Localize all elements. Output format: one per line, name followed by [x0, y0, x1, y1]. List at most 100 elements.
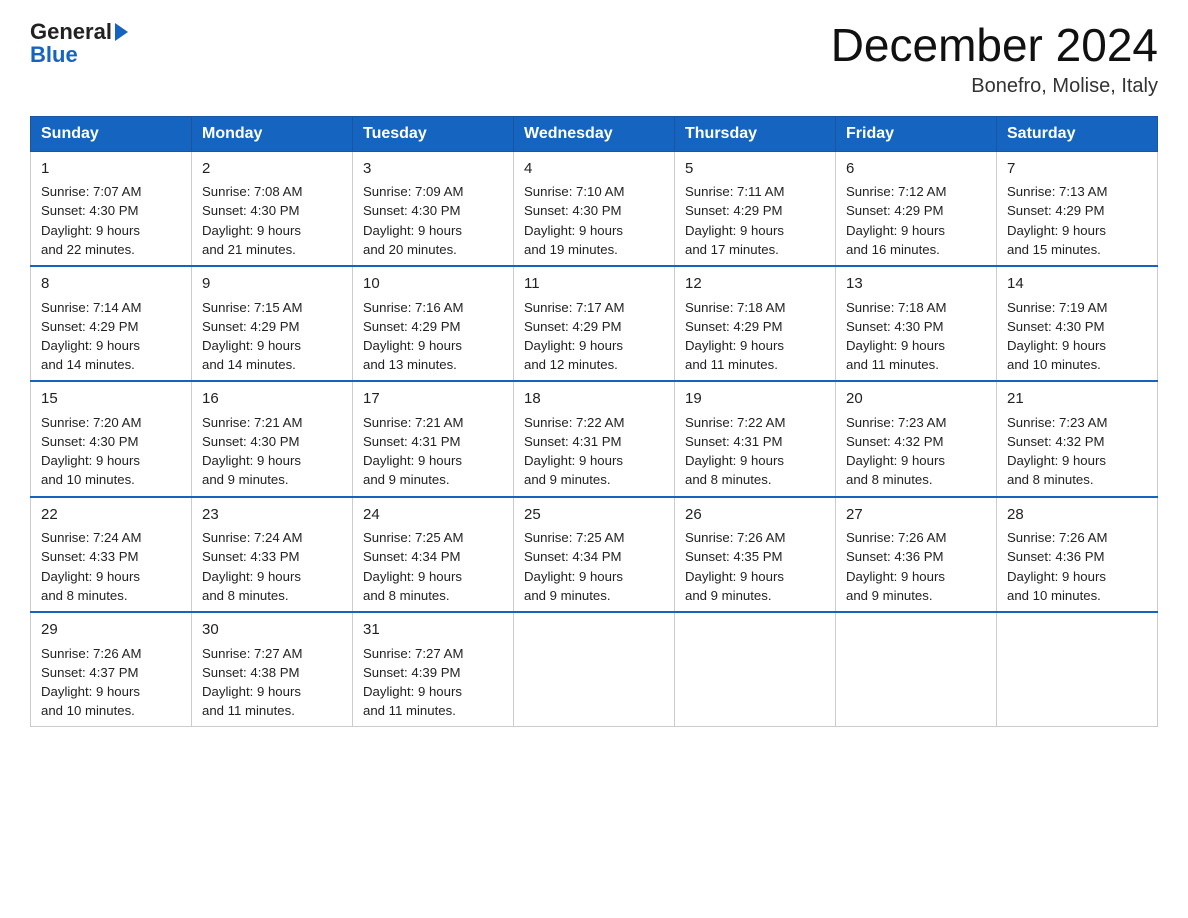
- day-info: Sunrise: 7:26 AMSunset: 4:36 PMDaylight:…: [1007, 528, 1147, 605]
- day-number: 22: [41, 504, 181, 526]
- calendar-day-cell: 13Sunrise: 7:18 AMSunset: 4:30 PMDayligh…: [836, 266, 997, 381]
- logo-general-text: General: [30, 20, 128, 44]
- day-info: Sunrise: 7:19 AMSunset: 4:30 PMDaylight:…: [1007, 298, 1147, 375]
- day-info: Sunrise: 7:14 AMSunset: 4:29 PMDaylight:…: [41, 298, 181, 375]
- calendar-day-cell: 24Sunrise: 7:25 AMSunset: 4:34 PMDayligh…: [353, 497, 514, 612]
- logo-blue-text: Blue: [30, 42, 78, 68]
- day-number: 17: [363, 388, 503, 410]
- day-info: Sunrise: 7:22 AMSunset: 4:31 PMDaylight:…: [685, 413, 825, 490]
- month-year-title: December 2024: [831, 20, 1158, 71]
- calendar-day-cell: 14 Sunrise: 7:19 AMSunset: 4:30 PMDayligh…: [997, 266, 1158, 381]
- day-number: 23: [202, 504, 342, 526]
- day-info: Sunrise: 7:27 AMSunset: 4:39 PMDaylight:…: [363, 644, 503, 721]
- calendar-day-cell: 28Sunrise: 7:26 AMSunset: 4:36 PMDayligh…: [997, 497, 1158, 612]
- calendar-day-cell: 1Sunrise: 7:07 AMSunset: 4:30 PMDaylight…: [31, 151, 192, 266]
- day-number: 19: [685, 388, 825, 410]
- calendar-day-cell: 18Sunrise: 7:22 AMSunset: 4:31 PMDayligh…: [514, 381, 675, 496]
- calendar-day-cell: 3Sunrise: 7:09 AMSunset: 4:30 PMDaylight…: [353, 151, 514, 266]
- calendar-header-row: Sunday Monday Tuesday Wednesday Thursday…: [31, 116, 1158, 151]
- day-number: 28: [1007, 504, 1147, 526]
- calendar-day-cell: 2Sunrise: 7:08 AMSunset: 4:30 PMDaylight…: [192, 151, 353, 266]
- calendar-day-cell: 30 Sunrise: 7:27 AMSunset: 4:38 PMDayligh…: [192, 612, 353, 727]
- day-info: Sunrise: 7:08 AMSunset: 4:30 PMDaylight:…: [202, 182, 342, 259]
- day-info: Sunrise: 7:26 AMSunset: 4:37 PMDaylight:…: [41, 644, 181, 721]
- day-number: 16: [202, 388, 342, 410]
- day-number: 20: [846, 388, 986, 410]
- calendar-day-cell: 6Sunrise: 7:12 AMSunset: 4:29 PMDaylight…: [836, 151, 997, 266]
- day-number: 29: [41, 619, 181, 641]
- day-info: Sunrise: 7:23 AMSunset: 4:32 PMDaylight:…: [846, 413, 986, 490]
- day-number: 12: [685, 273, 825, 295]
- day-number: 24: [363, 504, 503, 526]
- day-number: 21: [1007, 388, 1147, 410]
- location-subtitle: Bonefro, Molise, Italy: [831, 75, 1158, 98]
- day-number: 15: [41, 388, 181, 410]
- calendar-day-cell: 16 Sunrise: 7:21 AMSunset: 4:30 PMDayligh…: [192, 381, 353, 496]
- calendar-week-row-5: 29 Sunrise: 7:26 AMSunset: 4:37 PMDayligh…: [31, 612, 1158, 727]
- calendar-day-cell: 19 Sunrise: 7:22 AMSunset: 4:31 PMDayligh…: [675, 381, 836, 496]
- col-friday: Friday: [836, 116, 997, 151]
- col-tuesday: Tuesday: [353, 116, 514, 151]
- col-saturday: Saturday: [997, 116, 1158, 151]
- day-number: 4: [524, 158, 664, 180]
- day-info: Sunrise: 7:26 AMSunset: 4:35 PMDaylight:…: [685, 528, 825, 605]
- calendar-week-row-4: 22Sunrise: 7:24 AMSunset: 4:33 PMDayligh…: [31, 497, 1158, 612]
- day-info: Sunrise: 7:25 AMSunset: 4:34 PMDaylight:…: [524, 528, 664, 605]
- calendar-day-cell: 27Sunrise: 7:26 AMSunset: 4:36 PMDayligh…: [836, 497, 997, 612]
- calendar-day-cell: 10 Sunrise: 7:16 AMSunset: 4:29 PMDayligh…: [353, 266, 514, 381]
- col-sunday: Sunday: [31, 116, 192, 151]
- logo-arrow-icon: [115, 23, 128, 41]
- calendar-day-cell: [675, 612, 836, 727]
- day-number: 10: [363, 273, 503, 295]
- day-number: 14: [1007, 273, 1147, 295]
- day-info: Sunrise: 7:20 AMSunset: 4:30 PMDaylight:…: [41, 413, 181, 490]
- calendar-day-cell: [514, 612, 675, 727]
- page-header: General Blue December 2024 Bonefro, Moli…: [30, 20, 1158, 98]
- calendar-day-cell: 5Sunrise: 7:11 AMSunset: 4:29 PMDaylight…: [675, 151, 836, 266]
- day-info: Sunrise: 7:23 AMSunset: 4:32 PMDaylight:…: [1007, 413, 1147, 490]
- day-info: Sunrise: 7:07 AMSunset: 4:30 PMDaylight:…: [41, 182, 181, 259]
- day-info: Sunrise: 7:12 AMSunset: 4:29 PMDaylight:…: [846, 182, 986, 259]
- day-number: 3: [363, 158, 503, 180]
- calendar-week-row-3: 15 Sunrise: 7:20 AMSunset: 4:30 PMDayligh…: [31, 381, 1158, 496]
- calendar-day-cell: [836, 612, 997, 727]
- calendar-day-cell: 21 Sunrise: 7:23 AMSunset: 4:32 PMDayligh…: [997, 381, 1158, 496]
- calendar-day-cell: 15 Sunrise: 7:20 AMSunset: 4:30 PMDayligh…: [31, 381, 192, 496]
- calendar-table: Sunday Monday Tuesday Wednesday Thursday…: [30, 116, 1158, 728]
- day-info: Sunrise: 7:27 AMSunset: 4:38 PMDaylight:…: [202, 644, 342, 721]
- day-number: 13: [846, 273, 986, 295]
- calendar-week-row-2: 8 Sunrise: 7:14 AMSunset: 4:29 PMDaylight…: [31, 266, 1158, 381]
- day-info: Sunrise: 7:16 AMSunset: 4:29 PMDaylight:…: [363, 298, 503, 375]
- calendar-day-cell: 29 Sunrise: 7:26 AMSunset: 4:37 PMDayligh…: [31, 612, 192, 727]
- col-wednesday: Wednesday: [514, 116, 675, 151]
- day-info: Sunrise: 7:24 AMSunset: 4:33 PMDaylight:…: [41, 528, 181, 605]
- calendar-day-cell: [997, 612, 1158, 727]
- day-info: Sunrise: 7:21 AMSunset: 4:30 PMDaylight:…: [202, 413, 342, 490]
- day-number: 30: [202, 619, 342, 641]
- calendar-day-cell: 31Sunrise: 7:27 AMSunset: 4:39 PMDayligh…: [353, 612, 514, 727]
- day-number: 8: [41, 273, 181, 295]
- day-info: Sunrise: 7:13 AMSunset: 4:29 PMDaylight:…: [1007, 182, 1147, 259]
- calendar-day-cell: 7Sunrise: 7:13 AMSunset: 4:29 PMDaylight…: [997, 151, 1158, 266]
- day-number: 1: [41, 158, 181, 180]
- calendar-day-cell: 23Sunrise: 7:24 AMSunset: 4:33 PMDayligh…: [192, 497, 353, 612]
- day-info: Sunrise: 7:22 AMSunset: 4:31 PMDaylight:…: [524, 413, 664, 490]
- day-number: 27: [846, 504, 986, 526]
- day-info: Sunrise: 7:21 AMSunset: 4:31 PMDaylight:…: [363, 413, 503, 490]
- day-number: 11: [524, 273, 664, 295]
- calendar-day-cell: 26Sunrise: 7:26 AMSunset: 4:35 PMDayligh…: [675, 497, 836, 612]
- calendar-day-cell: 20 Sunrise: 7:23 AMSunset: 4:32 PMDayligh…: [836, 381, 997, 496]
- calendar-day-cell: 8 Sunrise: 7:14 AMSunset: 4:29 PMDaylight…: [31, 266, 192, 381]
- day-info: Sunrise: 7:18 AMSunset: 4:29 PMDaylight:…: [685, 298, 825, 375]
- calendar-day-cell: 12 Sunrise: 7:18 AMSunset: 4:29 PMDayligh…: [675, 266, 836, 381]
- day-number: 9: [202, 273, 342, 295]
- day-info: Sunrise: 7:11 AMSunset: 4:29 PMDaylight:…: [685, 182, 825, 259]
- calendar-day-cell: 11 Sunrise: 7:17 AMSunset: 4:29 PMDayligh…: [514, 266, 675, 381]
- calendar-day-cell: 17 Sunrise: 7:21 AMSunset: 4:31 PMDayligh…: [353, 381, 514, 496]
- day-number: 7: [1007, 158, 1147, 180]
- calendar-day-cell: 22Sunrise: 7:24 AMSunset: 4:33 PMDayligh…: [31, 497, 192, 612]
- calendar-day-cell: 4Sunrise: 7:10 AMSunset: 4:30 PMDaylight…: [514, 151, 675, 266]
- day-info: Sunrise: 7:17 AMSunset: 4:29 PMDaylight:…: [524, 298, 664, 375]
- calendar-day-cell: 9Sunrise: 7:15 AMSunset: 4:29 PMDaylight…: [192, 266, 353, 381]
- day-info: Sunrise: 7:26 AMSunset: 4:36 PMDaylight:…: [846, 528, 986, 605]
